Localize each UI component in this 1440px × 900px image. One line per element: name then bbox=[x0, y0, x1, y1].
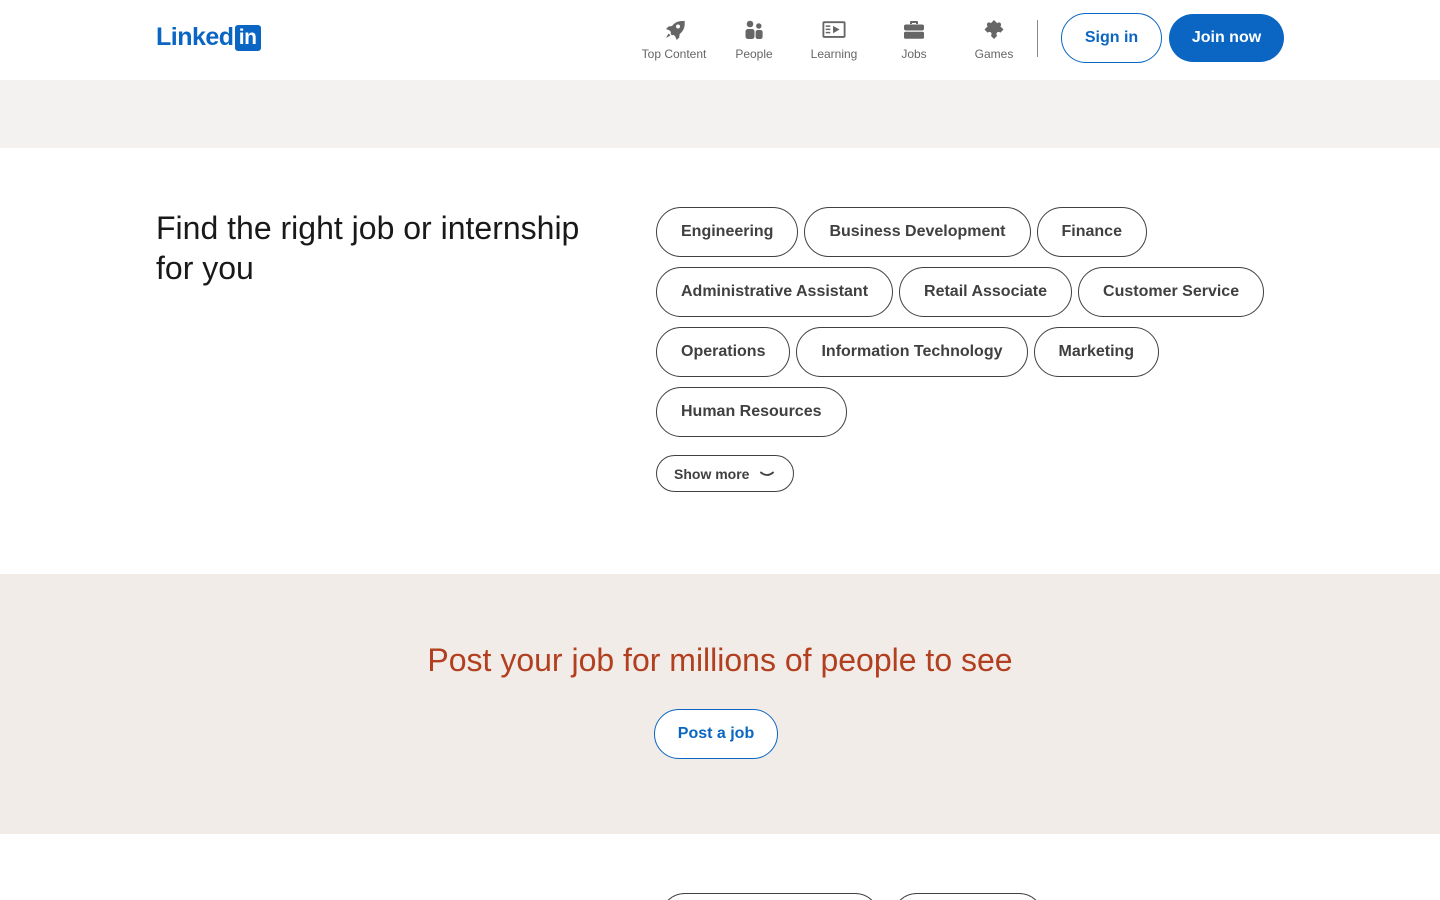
category-pill-human-resources[interactable]: Human Resources bbox=[656, 387, 847, 437]
category-pill-business-development[interactable]: Business Development bbox=[804, 207, 1031, 257]
post-job-heading: Post your job for millions of people to … bbox=[427, 642, 1013, 678]
join-now-button[interactable]: Join now bbox=[1169, 14, 1284, 62]
nav-label: Top Content bbox=[641, 47, 707, 61]
nav-games[interactable]: Games bbox=[954, 14, 1034, 66]
partial-pill[interactable] bbox=[892, 893, 1044, 900]
category-pill-finance[interactable]: Finance bbox=[1036, 207, 1147, 257]
partial-pill[interactable] bbox=[660, 893, 880, 900]
nav-label: Learning bbox=[810, 47, 858, 61]
nav-learning[interactable]: Learning bbox=[794, 14, 874, 66]
linkedin-logo[interactable]: Linked in bbox=[156, 24, 261, 51]
post-a-job-button[interactable]: Post a job bbox=[654, 709, 778, 759]
main-nav: Top Content People Learning Jobs Games bbox=[634, 14, 1034, 66]
nav-people[interactable]: People bbox=[714, 14, 794, 66]
gray-band bbox=[0, 80, 1440, 148]
rocket-icon bbox=[662, 18, 686, 42]
nav-divider bbox=[1037, 20, 1038, 57]
puzzle-icon bbox=[982, 18, 1006, 42]
people-icon bbox=[742, 18, 766, 42]
category-pill-operations[interactable]: Operations bbox=[656, 327, 791, 377]
top-header: Linked in Top Content People Learning Jo… bbox=[0, 0, 1440, 80]
category-pill-information-technology[interactable]: Information Technology bbox=[796, 327, 1028, 377]
category-pill-administrative-assistant[interactable]: Administrative Assistant bbox=[656, 267, 894, 317]
pill-row: Engineering Business Development Finance bbox=[656, 207, 1286, 257]
category-pill-engineering[interactable]: Engineering bbox=[656, 207, 799, 257]
nav-label: Jobs bbox=[901, 47, 927, 61]
jobs-heading: Find the right job or internship for you bbox=[156, 210, 580, 286]
chevron-down-icon bbox=[759, 469, 775, 479]
pill-row: Human Resources bbox=[656, 387, 1286, 437]
post-job-section: Post your job for millions of people to … bbox=[0, 574, 1440, 834]
category-pill-customer-service[interactable]: Customer Service bbox=[1078, 267, 1265, 317]
jobs-section: Find the right job or internship for you… bbox=[0, 148, 1440, 574]
pill-row: Operations Information Technology Market… bbox=[656, 327, 1286, 377]
nav-label: Games bbox=[974, 47, 1014, 61]
logo-in-box: in bbox=[234, 24, 261, 51]
category-pill-retail-associate[interactable]: Retail Associate bbox=[899, 267, 1073, 317]
nav-jobs[interactable]: Jobs bbox=[874, 14, 954, 66]
briefcase-icon bbox=[902, 18, 926, 42]
next-section bbox=[0, 834, 1440, 900]
category-pill-marketing[interactable]: Marketing bbox=[1033, 327, 1160, 377]
logo-wordmark: Linked bbox=[156, 23, 234, 51]
nav-top-content[interactable]: Top Content bbox=[634, 14, 714, 66]
show-more-button[interactable]: Show more bbox=[656, 455, 795, 492]
sign-in-button[interactable]: Sign in bbox=[1061, 13, 1162, 63]
nav-label: People bbox=[735, 47, 773, 61]
job-category-list: Engineering Business Development Finance… bbox=[656, 207, 1286, 447]
pill-row: Administrative Assistant Retail Associat… bbox=[656, 267, 1286, 317]
show-more-label: Show more bbox=[674, 465, 750, 482]
learning-icon bbox=[822, 18, 846, 42]
